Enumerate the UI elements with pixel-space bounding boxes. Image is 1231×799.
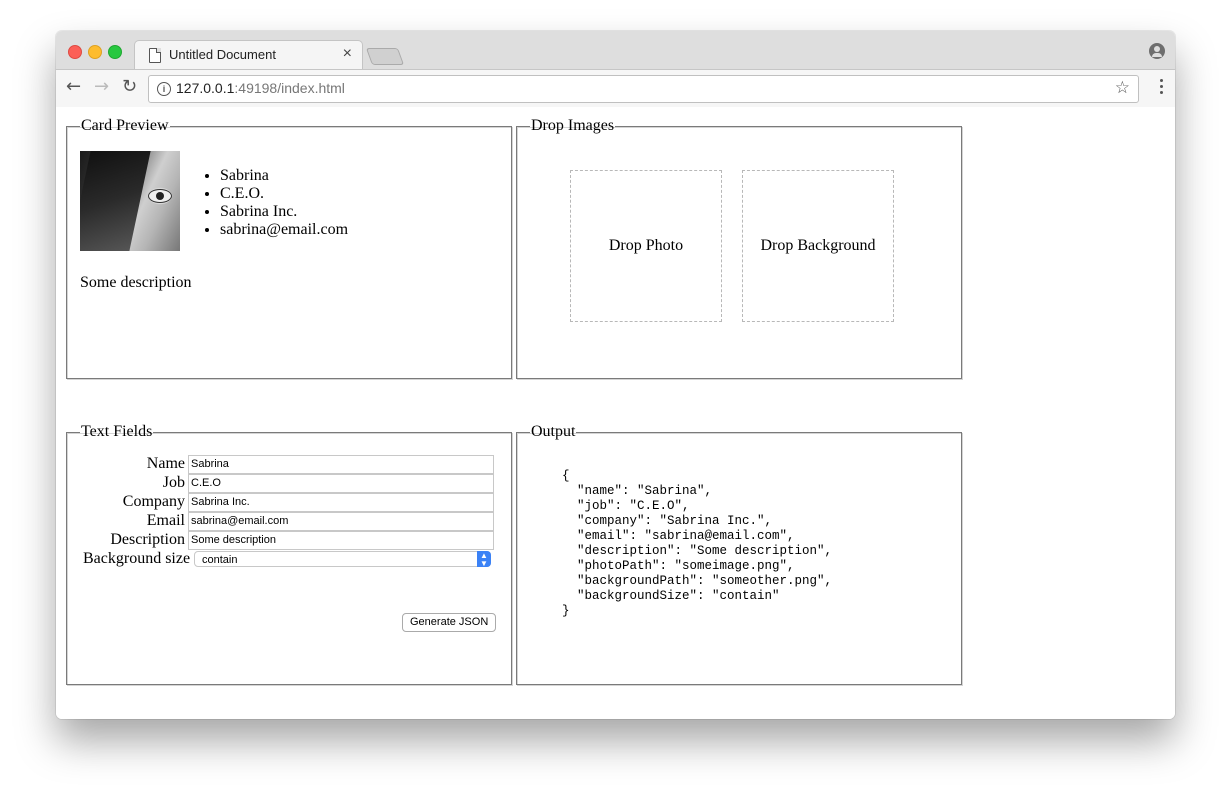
reload-icon[interactable]: ↻ bbox=[122, 77, 137, 97]
json-output: { "name": "Sabrina", "job": "C.E.O", "co… bbox=[562, 469, 833, 618]
new-tab-button[interactable] bbox=[365, 48, 405, 65]
email-input[interactable]: sabrina@email.com bbox=[188, 512, 494, 531]
url-path: :49198/index.html bbox=[234, 80, 345, 96]
name-input[interactable]: Sabrina bbox=[188, 455, 494, 474]
tab-close-icon[interactable]: × bbox=[343, 45, 352, 63]
drop-photo-label: Drop Photo bbox=[608, 237, 684, 254]
text-fields-legend: Text Fields bbox=[81, 423, 153, 440]
generate-json-button[interactable]: Generate JSON bbox=[402, 613, 497, 632]
bookmark-star-icon[interactable]: ☆ bbox=[1115, 78, 1130, 98]
card-info-list: Sabrina C.E.O. Sabrina Inc. sabrina@emai… bbox=[200, 167, 348, 239]
job-row: Job C.E.O bbox=[67, 474, 511, 493]
company-input[interactable]: Sabrina Inc. bbox=[188, 493, 494, 512]
drop-photo-zone[interactable]: Drop Photo bbox=[570, 170, 722, 322]
browser-window: Untitled Document × ← → ↻ i 127.0.0.1:49… bbox=[56, 31, 1175, 719]
close-window-button[interactable] bbox=[68, 45, 82, 59]
card-description: Some description bbox=[80, 274, 192, 291]
job-label: Job bbox=[162, 474, 185, 491]
page-content: Card Preview Sabrina C.E.O. Sabrina Inc.… bbox=[56, 107, 1175, 719]
company-row: Company Sabrina Inc. bbox=[67, 493, 511, 512]
output-legend: Output bbox=[531, 423, 576, 440]
tab-title: Untitled Document bbox=[169, 47, 276, 62]
card-job: C.E.O. bbox=[220, 185, 348, 203]
name-row: Name Sabrina bbox=[67, 455, 511, 474]
document-icon bbox=[149, 48, 161, 63]
email-label: Email bbox=[146, 512, 185, 529]
select-arrows-icon: ▲ ▼ bbox=[477, 551, 491, 568]
url-host: 127.0.0.1 bbox=[176, 80, 235, 96]
profile-photo bbox=[80, 151, 180, 251]
forward-arrow-icon[interactable]: → bbox=[94, 77, 109, 97]
drop-images-legend: Drop Images bbox=[531, 117, 615, 134]
background-size-value: contain bbox=[202, 554, 238, 566]
minimize-window-button[interactable] bbox=[88, 45, 102, 59]
back-arrow-icon[interactable]: ← bbox=[66, 77, 81, 97]
profile-icon[interactable] bbox=[1149, 43, 1165, 59]
maximize-window-button[interactable] bbox=[108, 45, 122, 59]
description-row: Description Some description bbox=[67, 531, 511, 550]
card-email: sabrina@email.com bbox=[220, 221, 348, 239]
address-bar[interactable]: i 127.0.0.1:49198/index.html ☆ bbox=[148, 75, 1139, 103]
photo-eye-shape bbox=[148, 189, 172, 203]
card-name: Sabrina bbox=[220, 167, 348, 185]
name-label: Name bbox=[146, 455, 185, 472]
job-input[interactable]: C.E.O bbox=[188, 474, 494, 493]
photo-hair-shape bbox=[80, 151, 151, 251]
card-preview-panel: Card Preview Sabrina C.E.O. Sabrina Inc.… bbox=[66, 117, 512, 379]
info-icon[interactable]: i bbox=[157, 82, 171, 96]
url-text[interactable]: 127.0.0.1:49198/index.html bbox=[176, 80, 345, 96]
text-fields-panel: Text Fields Name Sabrina Job C.E.O Compa… bbox=[66, 423, 512, 685]
company-label: Company bbox=[122, 493, 185, 510]
drop-background-zone[interactable]: Drop Background bbox=[742, 170, 894, 322]
title-bar: Untitled Document × bbox=[56, 31, 1175, 70]
drop-images-panel: Drop Images Drop Photo Drop Background bbox=[516, 117, 962, 379]
background-size-row: Background size contain ▲ ▼ bbox=[67, 550, 511, 569]
description-label: Description bbox=[110, 531, 185, 548]
description-input[interactable]: Some description bbox=[188, 531, 494, 550]
menu-dots-icon[interactable] bbox=[1160, 79, 1163, 97]
background-size-select[interactable]: contain ▲ ▼ bbox=[194, 551, 491, 568]
email-row: Email sabrina@email.com bbox=[67, 512, 511, 531]
drop-background-label: Drop Background bbox=[760, 237, 876, 254]
card-company: Sabrina Inc. bbox=[220, 203, 348, 221]
background-size-label: Background size bbox=[83, 550, 191, 567]
card-preview-legend: Card Preview bbox=[81, 117, 169, 134]
output-panel: Output { "name": "Sabrina", "job": "C.E.… bbox=[516, 423, 962, 685]
browser-tab[interactable]: Untitled Document × bbox=[134, 40, 363, 70]
browser-toolbar: ← → ↻ i 127.0.0.1:49198/index.html ☆ bbox=[56, 69, 1175, 108]
